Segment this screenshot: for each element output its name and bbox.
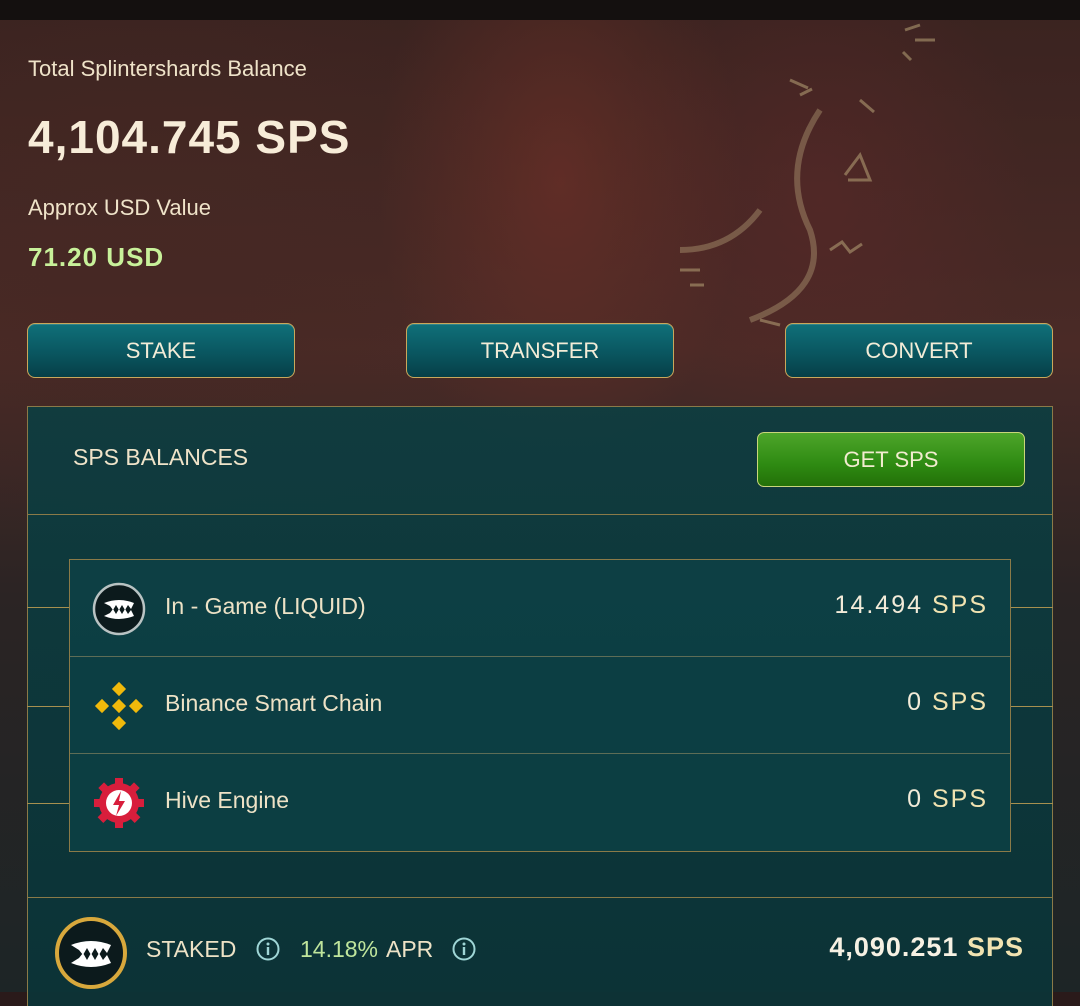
balance-amount: 0 SPS: [907, 785, 988, 813]
balance-row-hive-engine[interactable]: Hive Engine 0 SPS: [70, 754, 1010, 851]
splinterlands-fang-icon: [92, 582, 146, 636]
connector-line: [27, 706, 69, 707]
info-icon[interactable]: [256, 937, 280, 961]
usd-label: Approx USD Value: [28, 195, 212, 220]
balance-row-in-game[interactable]: In - Game (LIQUID) 14.494 SPS: [70, 560, 1010, 657]
balance-name: Binance Smart Chain: [165, 690, 383, 716]
balance-label: Total Splintershards Balance: [28, 56, 307, 81]
connector-line: [1011, 803, 1053, 804]
connector-line: [27, 803, 69, 804]
apr-value: 14.18%: [300, 936, 379, 962]
balance-name: In - Game (LIQUID): [165, 593, 366, 619]
apr-label: APR: [386, 936, 434, 962]
panel-title: SPS BALANCES: [73, 444, 249, 470]
balances-list: In - Game (LIQUID) 14.494 SPS Binance Sm…: [69, 559, 1011, 852]
top-bar: [0, 0, 1080, 20]
balance-name: Hive Engine: [165, 787, 290, 813]
usd-value: 71.20 USD: [28, 242, 165, 272]
convert-button[interactable]: CONVERT: [785, 323, 1053, 378]
transfer-button[interactable]: TRANSFER: [406, 323, 674, 378]
connector-line: [1011, 607, 1053, 608]
balance-amount: 0 SPS: [907, 688, 988, 716]
panel-header: SPS BALANCES GET SPS: [28, 407, 1052, 515]
connector-line: [27, 607, 69, 608]
info-icon[interactable]: [452, 937, 476, 961]
staked-amount: 4,090.251 SPS: [829, 932, 1024, 962]
stake-button[interactable]: STAKE: [27, 323, 295, 378]
total-balance: 4,104.745 SPS: [28, 111, 351, 163]
balance-row-binance[interactable]: Binance Smart Chain 0 SPS: [70, 657, 1010, 754]
staked-divider: [27, 897, 1053, 898]
binance-icon: [94, 681, 144, 731]
get-sps-button[interactable]: GET SPS: [757, 432, 1025, 487]
balance-amount: 14.494 SPS: [834, 591, 988, 619]
hive-engine-icon: [94, 778, 144, 828]
staked-label: STAKED: [146, 936, 237, 962]
connector-line: [1011, 706, 1053, 707]
splinterlands-fang-icon: [55, 917, 127, 989]
